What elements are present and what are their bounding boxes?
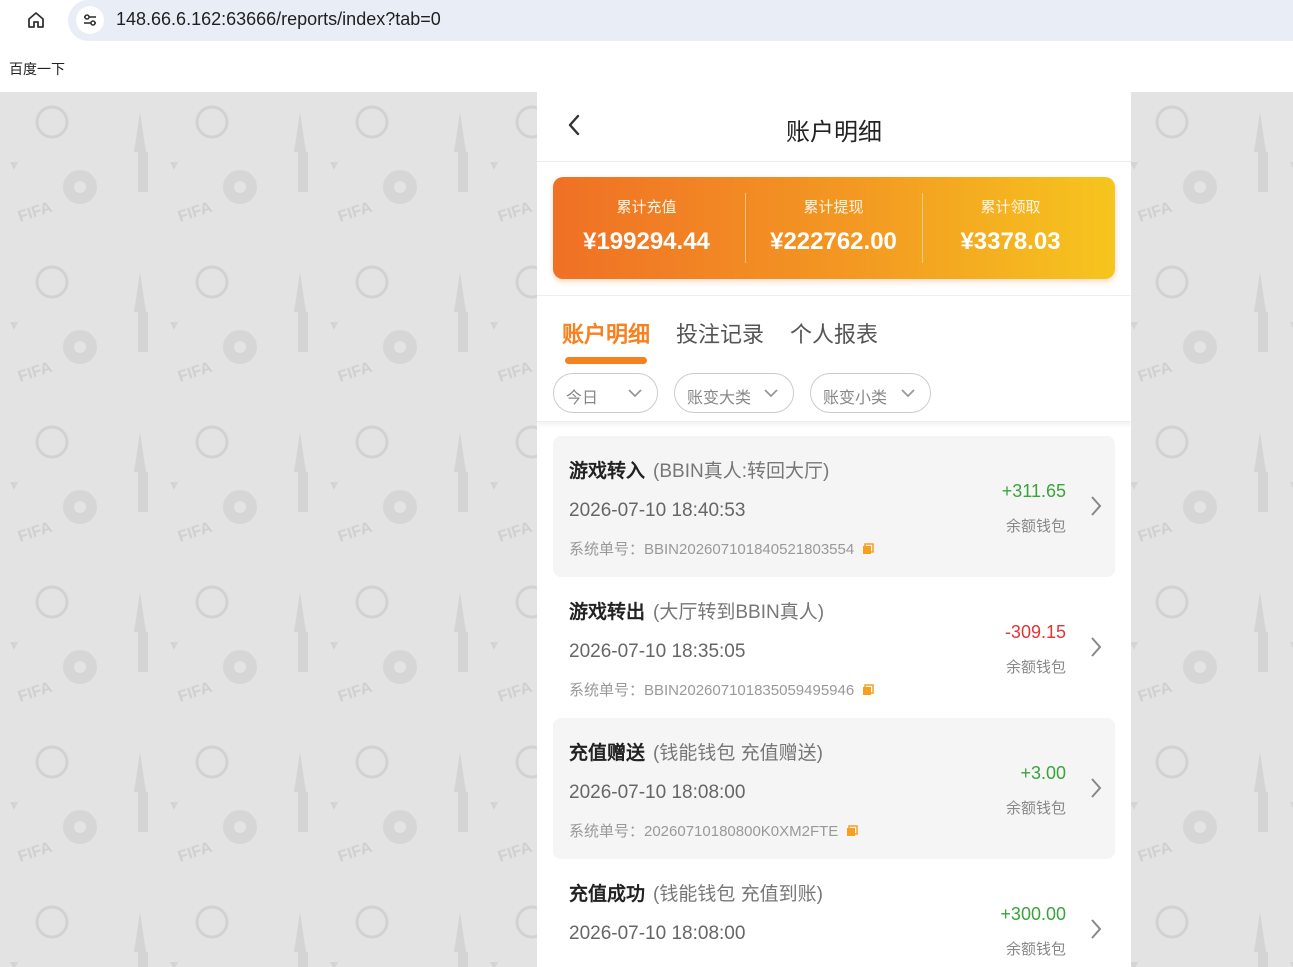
- divider: [537, 295, 1131, 296]
- transaction-wallet: 余额钱包: [1005, 941, 1066, 958]
- browser-toolbar: 148.66.6.162:63666/reports/index?tab=0: [0, 0, 1293, 41]
- filter-label: 账变大类: [687, 390, 752, 407]
- stat-value: ¥3378.03: [960, 228, 1061, 255]
- bookmarks-bar: 百度一下: [0, 41, 1293, 92]
- transaction-amount: +311.65: [1001, 481, 1066, 501]
- transaction-amount: +300.00: [1000, 904, 1066, 924]
- page-title: 账户明细: [786, 119, 882, 146]
- active-tab-indicator: [565, 357, 647, 364]
- transaction-order: 系统单号：BBIN202607101835059495946: [569, 679, 874, 700]
- url-text[interactable]: 148.66.6.162:63666/reports/index?tab=0: [116, 9, 441, 30]
- filter-label: 账变小类: [823, 390, 888, 407]
- chevron-right-icon: [1091, 637, 1102, 657]
- stat-label: 累计领取: [980, 199, 1041, 216]
- chevron-down-icon: [628, 389, 642, 398]
- filter-subcategory-select[interactable]: 账变小类: [810, 373, 931, 413]
- transaction-time: 2026-07-10 18:40:53: [569, 500, 746, 521]
- chevron-down-icon: [764, 389, 778, 398]
- transaction-order: 系统单号：BBIN202607101840521803554: [569, 538, 874, 559]
- transaction-wallet: 余额钱包: [1005, 659, 1066, 676]
- stat-total-claimed: 累计领取 ¥3378.03: [917, 177, 1104, 279]
- site-info-icon[interactable]: [76, 6, 104, 34]
- transaction-detail: (钱能钱包 充值赠送): [653, 743, 823, 764]
- transaction-wallet: 余额钱包: [1005, 800, 1066, 817]
- app-panel: 账户明细 累计充值 ¥199294.44 累计提现 ¥222762.00 累计领…: [537, 92, 1131, 967]
- transaction-title: 游戏转出 (大厅转到BBIN真人): [569, 602, 825, 623]
- transaction-card[interactable]: 充值赠送 (钱能钱包 充值赠送) 2026-07-10 18:08:00 系统单号…: [553, 718, 1115, 859]
- summary-card: 累计充值 ¥199294.44 累计提现 ¥222762.00 累计领取 ¥33…: [553, 177, 1115, 279]
- transaction-detail: (BBIN真人:转回大厅): [653, 461, 830, 482]
- stat-total-deposit: 累计充值 ¥199294.44: [553, 177, 740, 279]
- tab-bet-records[interactable]: 投注记录: [676, 317, 764, 349]
- chevron-right-icon: [1091, 919, 1102, 939]
- filter-category-select[interactable]: 账变大类: [674, 373, 794, 413]
- transaction-card[interactable]: 充值成功 (钱能钱包 充值到账) 2026-07-10 18:08:00 +300…: [553, 859, 1115, 967]
- transaction-time: 2026-07-10 18:35:05: [569, 641, 746, 662]
- transaction-detail: (钱能钱包 充值到账): [653, 884, 823, 905]
- stat-value: ¥222762.00: [770, 228, 897, 255]
- stat-total-withdraw: 累计提现 ¥222762.00: [740, 177, 927, 279]
- stat-label: 累计充值: [616, 199, 677, 216]
- chevron-right-icon: [1091, 496, 1102, 516]
- copy-icon[interactable]: [862, 684, 874, 696]
- stat-label: 累计提现: [803, 199, 864, 216]
- nav-bar: 账户明细: [537, 92, 1131, 162]
- tab-personal-report[interactable]: 个人报表: [790, 317, 878, 349]
- address-bar[interactable]: 148.66.6.162:63666/reports/index?tab=0: [68, 0, 1293, 41]
- filter-bar: 今日 账变大类 账变小类: [537, 372, 1131, 422]
- bookmark-baidu[interactable]: 百度一下: [9, 59, 65, 79]
- transaction-detail: (大厅转到BBIN真人): [653, 602, 825, 623]
- transaction-time: 2026-07-10 18:08:00: [569, 782, 746, 803]
- filter-date-select[interactable]: 今日: [553, 373, 658, 413]
- transaction-order: 系统单号：20260710180800K0XM2FTE: [569, 820, 859, 841]
- transaction-wallet: 余额钱包: [1005, 518, 1066, 535]
- chevron-down-icon: [901, 389, 915, 398]
- transaction-amount: +3.00: [1020, 763, 1066, 783]
- tab-account-detail[interactable]: 账户明细: [562, 317, 650, 349]
- transaction-title: 充值赠送 (钱能钱包 充值赠送): [569, 743, 823, 764]
- copy-icon[interactable]: [846, 825, 859, 837]
- transaction-title: 游戏转入 (BBIN真人:转回大厅): [569, 461, 830, 482]
- stat-value: ¥199294.44: [583, 228, 710, 255]
- transaction-card[interactable]: 游戏转出 (大厅转到BBIN真人) 2026-07-10 18:35:05 系统单…: [553, 577, 1115, 718]
- chevron-right-icon: [1091, 778, 1102, 798]
- filter-label: 今日: [566, 390, 599, 407]
- home-icon[interactable]: [22, 6, 50, 34]
- tab-bar: 账户明细 投注记录 个人报表: [537, 304, 1131, 364]
- transaction-card[interactable]: 游戏转入 (BBIN真人:转回大厅) 2026-07-10 18:40:53 系统…: [553, 436, 1115, 577]
- copy-icon[interactable]: [862, 543, 874, 555]
- transaction-title: 充值成功 (钱能钱包 充值到账): [569, 884, 823, 905]
- transaction-time: 2026-07-10 18:08:00: [569, 923, 746, 944]
- transaction-amount: -309.15: [1004, 622, 1066, 642]
